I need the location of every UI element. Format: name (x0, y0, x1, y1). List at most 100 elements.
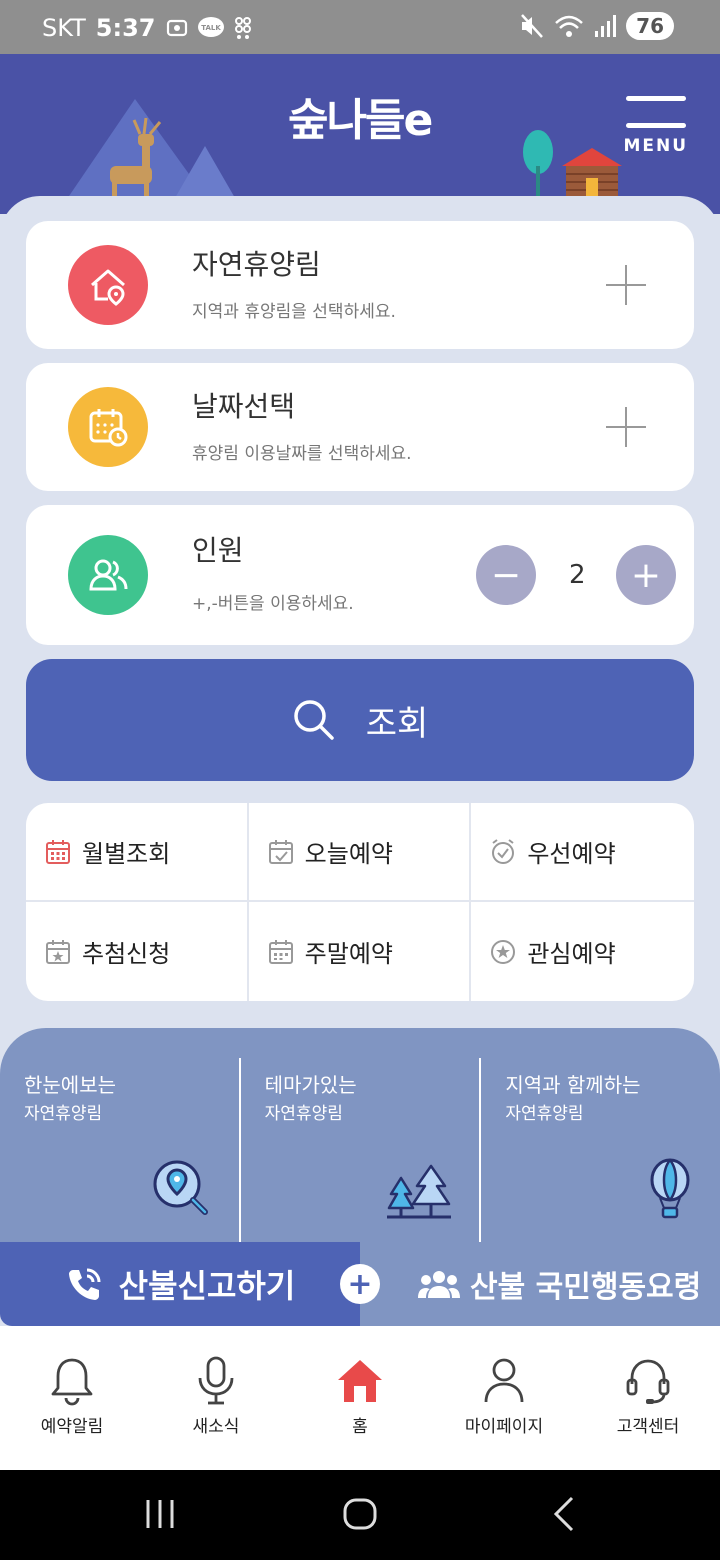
trees-icon (387, 1164, 452, 1219)
calendar-star-icon (46, 939, 70, 964)
forest-hint: 지역과 휴양림을 선택하세요. (192, 302, 396, 322)
app-logo: 숲나들e (288, 95, 433, 146)
signal-icon (595, 15, 617, 37)
menu-bar-icon (626, 96, 686, 101)
talk-icon: TALK (198, 17, 225, 37)
fire-guide-label: 산불 국민행동요령 (470, 1270, 702, 1305)
date-select-card[interactable]: 날짜선택 휴양림 이용날짜를 선택하세요. (26, 363, 694, 491)
fire-guide-button[interactable]: 산불 국민행동요령 (360, 1242, 720, 1326)
theme-section: 한눈에보는 자연휴양림 테마가있는 자연휴양림 지역과 함께하는 자연휴양림 (0, 1028, 720, 1242)
status-left: SKT 5:37 TALK (42, 14, 253, 42)
nav-label: 마이페이지 (464, 1417, 544, 1437)
notification-icons: TALK (165, 16, 253, 40)
balloon-icon (650, 1158, 690, 1219)
theme-title: 테마가있는 (264, 1073, 357, 1097)
menu-label[interactable]: MENU (623, 136, 688, 156)
decrease-button[interactable]: − (476, 545, 536, 605)
nav-home[interactable]: 홈 (288, 1326, 432, 1470)
theme-subtitle: 자연휴양림 (505, 1104, 584, 1124)
nav-label: 예약알림 (40, 1417, 104, 1437)
quick-weekend[interactable]: 주말예약 (249, 902, 472, 1001)
fire-report-button[interactable]: 산불신고하기 (0, 1242, 360, 1326)
people-count: 2 (569, 560, 586, 590)
theme-title: 지역과 함께하는 (505, 1073, 641, 1097)
people-hint: +,-버튼을 이용하세요. (192, 594, 354, 614)
quick-priority[interactable]: 우선예약 (471, 803, 694, 902)
forest-icon-circle (68, 245, 148, 325)
quick-label: 추첨신청 (82, 940, 171, 968)
quick-monthly[interactable]: 월별조회 (26, 803, 249, 902)
phone-ring-icon (68, 1268, 101, 1300)
quick-today[interactable]: 오늘예약 (248, 803, 472, 902)
date-add-icon[interactable] (606, 407, 646, 447)
map-search-icon (153, 1160, 208, 1215)
screenshot-icon (167, 19, 188, 37)
forest-add-icon[interactable] (606, 265, 646, 305)
people-title: 인원 (192, 534, 244, 567)
theme-subtitle: 자연휴양림 (264, 1104, 343, 1124)
nav-mypage[interactable]: 마이페이지 (432, 1326, 576, 1470)
nav-customer-center[interactable]: 고객센터 (576, 1326, 720, 1470)
home-icon (338, 1360, 382, 1402)
alarm-check-icon (492, 838, 515, 864)
date-hint: 휴양림 이용날짜를 선택하세요. (192, 444, 412, 464)
battery-level: 76 (626, 12, 674, 40)
calendar-month-icon (46, 839, 70, 864)
nav-label: 홈 (352, 1417, 368, 1437)
date-title: 날짜선택 (192, 390, 296, 423)
quick-lottery[interactable]: 추첨신청 (26, 902, 249, 1001)
person-icon (484, 1358, 524, 1403)
nav-reservation-alert[interactable]: 예약알림 (0, 1326, 144, 1470)
mute-icon (521, 14, 544, 38)
theme-local[interactable]: 지역과 함께하는 자연휴양림 (479, 1058, 720, 1242)
nav-news[interactable]: 새소식 (144, 1326, 288, 1470)
home-location-icon (91, 269, 125, 306)
bottom-nav: 예약알림 새소식 홈 마이페이지 고객센터 (0, 1326, 720, 1470)
people-icon-circle (68, 535, 148, 615)
people-group-icon (418, 1271, 460, 1298)
quick-label: 우선예약 (527, 840, 616, 868)
search-button[interactable]: 조회 (26, 659, 694, 781)
people-card: 인원 +,-버튼을 이용하세요. − 2 + (26, 505, 694, 645)
home-nav-icon[interactable] (342, 1494, 378, 1534)
date-icon-circle (68, 387, 148, 467)
menu-bar-icon (626, 123, 686, 128)
system-nav-bar (0, 1470, 720, 1560)
star-circle-icon (491, 939, 516, 964)
fire-bar: 산불신고하기 산불 국민행동요령 + (0, 1242, 720, 1326)
fire-report-label: 산불신고하기 (118, 1267, 296, 1305)
grid-app-icon (235, 17, 252, 39)
recent-apps-icon[interactable] (144, 1494, 176, 1534)
theme-subtitle: 자연휴양림 (24, 1104, 103, 1124)
quick-label: 관심예약 (527, 940, 616, 968)
theme-themed[interactable]: 테마가있는 자연휴양림 (238, 1058, 480, 1242)
status-bar: SKT 5:37 TALK 76 (0, 0, 720, 54)
calendar-check-icon (268, 839, 293, 864)
fire-plus-icon: + (340, 1264, 380, 1304)
forest-title: 자연휴양림 (192, 248, 321, 281)
quick-label: 오늘예약 (304, 840, 393, 868)
forest-select-card[interactable]: 자연휴양림 지역과 휴양림을 선택하세요. (26, 221, 694, 349)
nav-label: 고객센터 (616, 1417, 680, 1437)
search-icon (293, 700, 334, 740)
quick-menu-grid: 월별조회 오늘예약 우선예약 추첨신청 주말예약 관심예약 (26, 803, 694, 1001)
search-label: 조회 (365, 703, 429, 744)
calendar-weekend-icon (268, 939, 293, 964)
back-icon[interactable] (550, 1494, 578, 1534)
calendar-clock-icon (89, 409, 128, 447)
microphone-icon (198, 1356, 234, 1405)
increase-button[interactable]: + (616, 545, 676, 605)
carrier-label: SKT (42, 14, 86, 42)
status-right: 76 (520, 12, 674, 40)
bell-icon (51, 1358, 93, 1406)
nav-label: 새소식 (192, 1417, 240, 1437)
theme-map[interactable]: 한눈에보는 자연휴양림 (0, 1028, 239, 1242)
clock: 5:37 (95, 14, 156, 42)
quick-label: 주말예약 (304, 940, 393, 968)
people-icon (89, 559, 128, 591)
headset-icon (626, 1359, 670, 1404)
quick-favorite[interactable]: 관심예약 (471, 902, 694, 1001)
quick-label: 월별조회 (82, 840, 171, 868)
app-header: 숲나들e MENU (0, 54, 720, 214)
talk-badge-text: TALK (202, 24, 222, 32)
